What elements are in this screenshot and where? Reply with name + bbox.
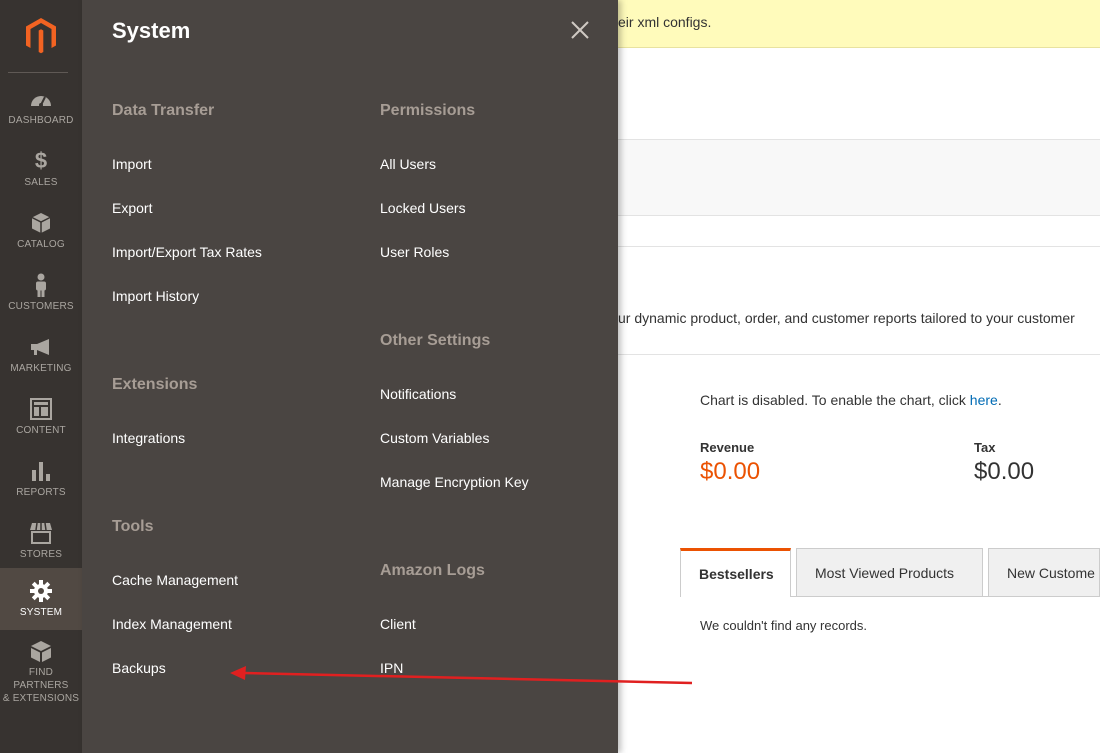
bar-chart-icon	[29, 458, 53, 484]
tab-new-customers[interactable]: New Custome	[988, 548, 1100, 597]
nav-item-system[interactable]: SYSTEM	[0, 568, 82, 630]
nav-label: FIND PARTNERS & EXTENSIONS	[0, 666, 82, 705]
nav-item-reports[interactable]: REPORTS	[0, 454, 82, 516]
nav-item-marketing[interactable]: MARKETING	[0, 330, 82, 392]
menu-link-import[interactable]: Import	[112, 156, 152, 172]
close-icon[interactable]	[570, 20, 590, 40]
tax-label: Tax	[974, 440, 996, 455]
section-heading-data-transfer: Data Transfer	[112, 102, 215, 119]
gear-icon	[29, 578, 53, 604]
section-heading-other-settings: Other Settings	[380, 332, 491, 349]
page-actions-band	[618, 139, 1100, 216]
menu-link-import-history[interactable]: Import History	[112, 288, 199, 304]
chart-disabled-message: Chart is disabled. To enable the chart, …	[700, 392, 1002, 408]
nav-label: REPORTS	[16, 487, 66, 498]
logo-divider	[8, 72, 68, 73]
advanced-reporting-text: ur dynamic product, order, and customer …	[618, 310, 1075, 326]
menu-link-cache-management[interactable]: Cache Management	[112, 572, 238, 588]
menu-link-locked-users[interactable]: Locked Users	[380, 200, 466, 216]
nav-item-content[interactable]: CONTENT	[0, 392, 82, 454]
dashboard-gauge-icon	[29, 86, 53, 112]
menu-link-index-management[interactable]: Index Management	[112, 616, 232, 632]
nav-label: SYSTEM	[19, 607, 63, 618]
menu-link-ipn[interactable]: IPN	[380, 660, 403, 676]
box-icon	[29, 210, 53, 236]
system-flyout-menu: System Data Transfer Import Export Impor…	[82, 0, 618, 753]
nav-label: CATALOG	[17, 239, 65, 250]
section-divider	[618, 246, 1100, 247]
chart-msg-end: .	[997, 392, 1002, 408]
section-heading-tools: Tools	[112, 518, 154, 535]
menu-link-user-roles[interactable]: User Roles	[380, 244, 449, 260]
nav-label: CUSTOMERS	[8, 301, 74, 312]
section-heading-permissions: Permissions	[380, 102, 476, 119]
person-icon	[29, 272, 53, 298]
magento-logo-icon[interactable]	[0, 0, 82, 72]
chart-msg-text: Chart is disabled. To enable the chart, …	[700, 392, 970, 408]
nav-item-sales[interactable]: $ SALES	[0, 144, 82, 206]
flyout-title: System	[112, 18, 191, 43]
nav-label: STORES	[19, 549, 63, 560]
layout-icon	[29, 396, 53, 422]
nav-item-catalog[interactable]: CATALOG	[0, 206, 82, 268]
menu-link-notifications[interactable]: Notifications	[380, 386, 456, 402]
menu-link-all-users[interactable]: All Users	[380, 156, 436, 172]
dollar-icon: $	[34, 148, 48, 173]
menu-link-export[interactable]: Export	[112, 200, 152, 216]
admin-sidebar: DASHBOARD $ SALES CATALOG CUSTOMERS MARK…	[0, 0, 82, 753]
section-divider	[618, 354, 1100, 355]
tax-value: $0.00	[974, 458, 1035, 485]
tab-bestsellers[interactable]: Bestsellers	[680, 548, 791, 597]
enable-chart-link[interactable]: here	[970, 392, 998, 408]
nav-label: MARKETING	[10, 363, 72, 374]
menu-link-client[interactable]: Client	[380, 616, 416, 632]
nav-label: SALES	[24, 177, 58, 188]
menu-link-manage-encryption-key[interactable]: Manage Encryption Key	[380, 474, 529, 490]
menu-link-integrations[interactable]: Integrations	[112, 430, 185, 446]
tab-most-viewed-products[interactable]: Most Viewed Products	[796, 548, 983, 597]
storefront-icon	[29, 520, 53, 546]
menu-link-custom-variables[interactable]: Custom Variables	[380, 430, 489, 446]
nav-label-line2: & EXTENSIONS	[2, 693, 80, 704]
nav-item-dashboard[interactable]: DASHBOARD	[0, 82, 82, 144]
nav-label: DASHBOARD	[8, 115, 74, 126]
menu-link-backups[interactable]: Backups	[112, 660, 166, 676]
revenue-label: Revenue	[700, 440, 755, 455]
section-heading-extensions: Extensions	[112, 376, 198, 393]
revenue-value: $0.00	[700, 458, 761, 485]
nav-label-line1: FIND PARTNERS	[13, 667, 69, 691]
notice-text: eir xml configs.	[618, 14, 712, 30]
menu-link-import-export-tax-rates[interactable]: Import/Export Tax Rates	[112, 244, 262, 260]
blocks-icon	[29, 640, 53, 664]
nav-item-find-partners[interactable]: FIND PARTNERS & EXTENSIONS	[0, 636, 82, 704]
system-message-notice: eir xml configs.	[618, 0, 1100, 48]
nav-item-customers[interactable]: CUSTOMERS	[0, 268, 82, 330]
megaphone-icon	[29, 334, 53, 360]
section-heading-amazon-logs: Amazon Logs	[380, 562, 485, 579]
nav-label: CONTENT	[16, 425, 66, 436]
no-records-message: We couldn't find any records.	[700, 618, 867, 633]
